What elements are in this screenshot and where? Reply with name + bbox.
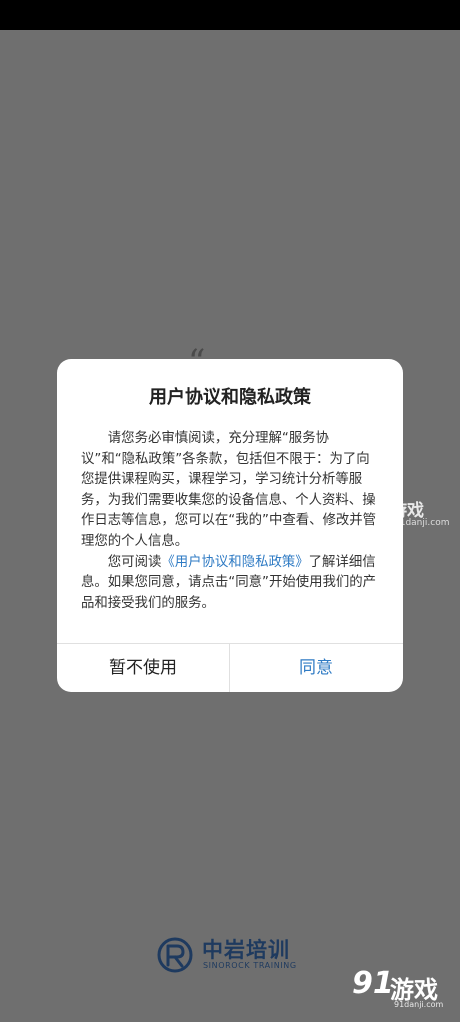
paragraph-2-prefix: 您可阅读 — [107, 554, 162, 570]
dialog-paragraph-1: 请您务必审慎阅读，充分理解“服务协议”和“隐私政策”各条款，包括但不限于：为了向… — [81, 431, 377, 549]
agree-button[interactable]: 同意 — [230, 644, 402, 692]
status-bar — [0, 0, 460, 30]
dialog-paragraph-2: 您可阅读《用户协议和隐私政策》了解详细信息。如果您同意，请点击“同意”开始使用我… — [81, 553, 381, 615]
logo-mark-icon — [157, 937, 193, 973]
watermark-url: 91danji.com — [394, 1000, 444, 1009]
dialog-body: 请您务必审慎阅读，充分理解“服务协议”和“隐私政策”各条款，包括但不限于：为了向… — [81, 429, 381, 614]
policy-link[interactable]: 《用户协议和隐私政策》 — [161, 555, 308, 570]
decline-button[interactable]: 暂不使用 — [57, 644, 229, 692]
logo-name-en: SINOROCK TRAINING — [203, 961, 297, 970]
logo-name-cn: 中岩培训 — [202, 938, 290, 962]
brand-logo: 中岩培训 SINOROCK TRAINING — [156, 934, 316, 976]
watermark-number: 91 — [352, 966, 394, 1001]
watermark-bottom: 91 游戏 91danji.com — [352, 966, 458, 1010]
privacy-dialog: 用户协议和隐私政策 请您务必审慎阅读，充分理解“服务协议”和“隐私政策”各条款，… — [57, 359, 403, 692]
dialog-title: 用户协议和隐私政策 — [149, 387, 311, 408]
